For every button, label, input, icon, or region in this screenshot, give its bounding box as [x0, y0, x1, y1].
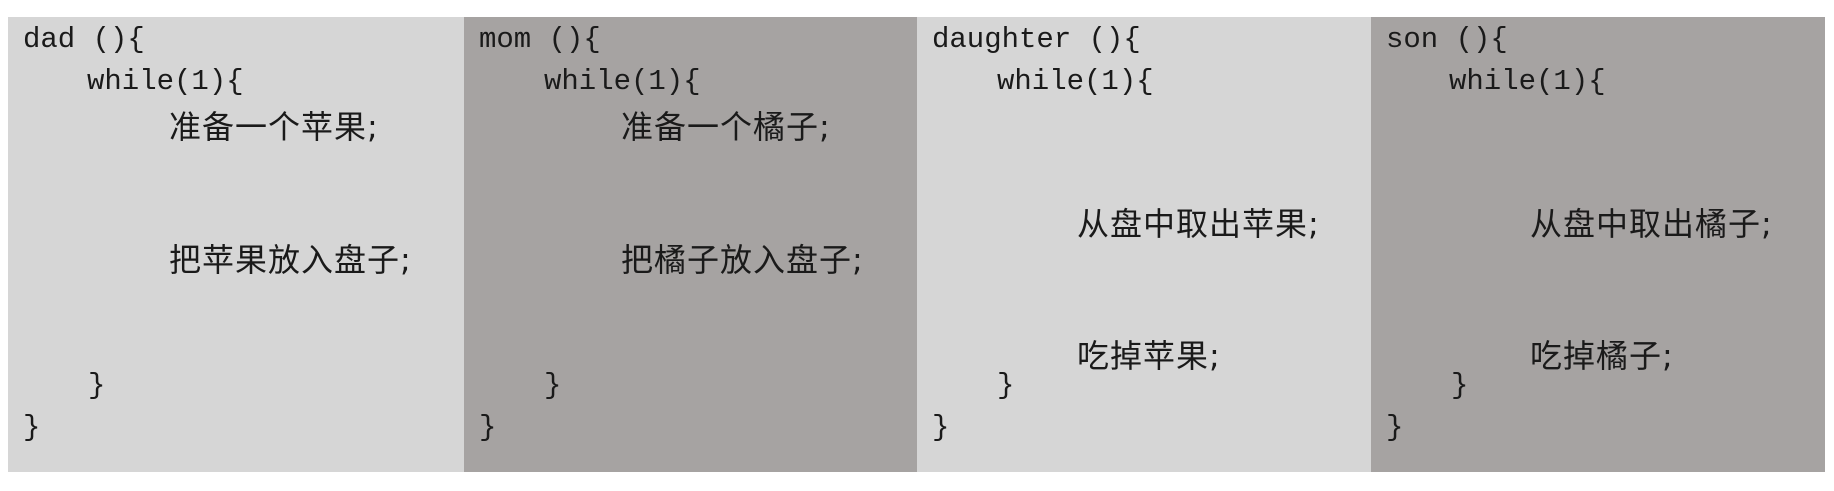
while-loop-header: while(1){	[1449, 65, 1606, 98]
function-close-brace: }	[932, 411, 950, 444]
function-header: dad (){	[23, 23, 145, 56]
loop-close-brace: }	[997, 369, 1015, 402]
statement-eat-apple: 吃掉苹果;	[1077, 337, 1221, 375]
panel-daughter: daughter (){ while(1){ 从盘中取出苹果; 吃掉苹果; } …	[917, 17, 1371, 472]
loop-close-brace: }	[1451, 369, 1469, 402]
statement-prepare-orange: 准备一个橘子;	[621, 108, 831, 146]
function-close-brace: }	[1386, 411, 1404, 444]
function-header: son (){	[1386, 23, 1508, 56]
loop-close-brace: }	[544, 369, 562, 402]
statement-put-orange: 把橘子放入盘子;	[621, 241, 864, 279]
panel-mom: mom (){ while(1){ 准备一个橘子; 把橘子放入盘子; } }	[464, 17, 917, 472]
function-header: mom (){	[479, 23, 601, 56]
function-header: daughter (){	[932, 23, 1141, 56]
function-close-brace: }	[479, 411, 497, 444]
statement-prepare-apple: 准备一个苹果;	[169, 108, 379, 146]
panel-dad: dad (){ while(1){ 准备一个苹果; 把苹果放入盘子; } }	[8, 17, 464, 472]
function-close-brace: }	[23, 411, 41, 444]
statement-take-apple: 从盘中取出苹果;	[1077, 205, 1320, 243]
process-panels: dad (){ while(1){ 准备一个苹果; 把苹果放入盘子; } } m…	[8, 17, 1825, 472]
while-loop-header: while(1){	[87, 65, 244, 98]
while-loop-header: while(1){	[544, 65, 701, 98]
statement-eat-orange: 吃掉橘子;	[1530, 337, 1674, 375]
panel-son: son (){ while(1){ 从盘中取出橘子; 吃掉橘子; } }	[1371, 17, 1825, 472]
statement-put-apple: 把苹果放入盘子;	[169, 241, 412, 279]
while-loop-header: while(1){	[997, 65, 1154, 98]
statement-take-orange: 从盘中取出橘子;	[1530, 205, 1773, 243]
loop-close-brace: }	[88, 369, 106, 402]
